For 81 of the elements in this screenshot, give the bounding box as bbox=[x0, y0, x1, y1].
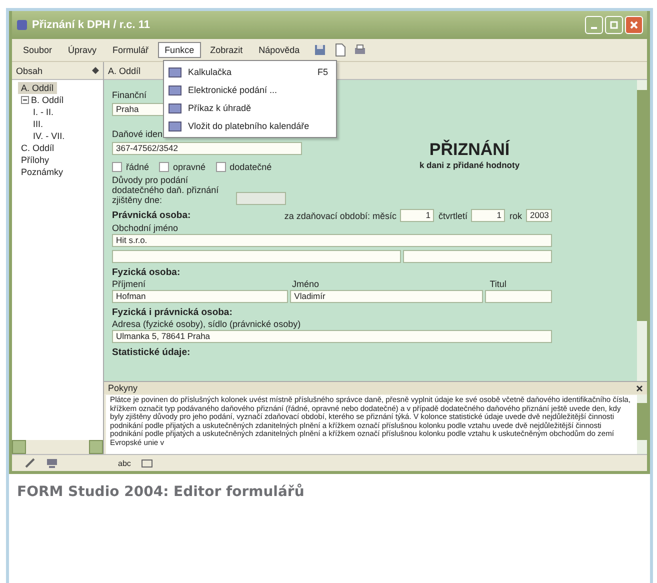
checkbox[interactable] bbox=[216, 162, 226, 172]
checkbox[interactable] bbox=[112, 162, 122, 172]
caption: FORM Studio 2004: Editor formulářů bbox=[16, 482, 306, 502]
tree-item[interactable]: Poznámky bbox=[18, 166, 66, 178]
field-label: Adresa (fyzické osoby), sídlo (právnické osoby) bbox=[112, 319, 302, 329]
tax-id-field[interactable]: 367-47562/3542 bbox=[112, 142, 302, 155]
scroll-left-button[interactable] bbox=[12, 440, 26, 454]
close-icon[interactable] bbox=[636, 384, 643, 392]
app-icon bbox=[16, 19, 28, 31]
field-label: Příjmení bbox=[112, 279, 147, 289]
section-heading: Fyzická osoba: bbox=[112, 267, 182, 278]
input-field[interactable] bbox=[112, 250, 402, 263]
field-label: Obchodní jméno bbox=[112, 223, 180, 233]
section-heading: Právnická osoba: bbox=[112, 210, 191, 221]
collapse-icon[interactable] bbox=[21, 96, 29, 104]
section-heading: Statistické údaje: bbox=[112, 347, 192, 358]
section-title: A. Oddíl bbox=[108, 66, 141, 76]
tree-item[interactable]: III. bbox=[30, 118, 46, 130]
field-label: Daňové iden bbox=[112, 129, 163, 139]
first-name-field[interactable]: Vladimír bbox=[290, 290, 484, 303]
scrollbar[interactable] bbox=[637, 395, 647, 454]
field-label: Jméno bbox=[292, 279, 320, 289]
menu-item[interactable]: Kalkulačka F5 bbox=[164, 63, 336, 81]
checkbox-label: dodatečné bbox=[230, 162, 272, 172]
panel-title: Pokyny bbox=[108, 383, 138, 393]
computer-icon bbox=[46, 457, 58, 469]
month-field[interactable]: 1 bbox=[400, 209, 434, 222]
window-icon bbox=[168, 84, 182, 96]
field-label: čtvrtletí bbox=[438, 210, 468, 220]
field-label: Finanční bbox=[112, 90, 147, 100]
print-icon[interactable] bbox=[352, 43, 367, 57]
input-field[interactable] bbox=[403, 250, 552, 263]
pen-icon bbox=[24, 457, 36, 469]
menu-item[interactable]: Nápověda bbox=[252, 42, 307, 58]
reason-label: Důvody pro podání dodatečného daň. přiznání zjištěny dne: bbox=[112, 175, 220, 205]
field-label: rok bbox=[509, 210, 522, 220]
menu-item[interactable]: Úpravy bbox=[61, 42, 104, 58]
checkbox-label: opravné bbox=[173, 162, 206, 172]
checkbox-label: řádné bbox=[126, 162, 150, 172]
pin-icon[interactable] bbox=[92, 67, 99, 74]
company-name-field[interactable]: Hit s.r.o. bbox=[112, 234, 552, 247]
menu-item[interactable]: Vložit do platebního kalendáře bbox=[164, 117, 336, 135]
surname-field[interactable]: Hofman bbox=[112, 290, 288, 303]
menu-item[interactable]: Funkce bbox=[158, 42, 202, 58]
document-icon[interactable] bbox=[332, 43, 347, 57]
tree-item[interactable]: B. Oddíl bbox=[18, 94, 67, 106]
maximize-button[interactable] bbox=[605, 16, 623, 34]
form-title: PŘIZNÁNÍ bbox=[429, 140, 510, 160]
year-field[interactable]: 2003 bbox=[526, 209, 552, 222]
title-field[interactable] bbox=[485, 290, 552, 303]
quarter-field[interactable]: 1 bbox=[471, 209, 506, 222]
save-icon[interactable] bbox=[312, 43, 327, 57]
close-button[interactable] bbox=[625, 16, 643, 34]
section-heading: Fyzická i právnická osoba: bbox=[112, 307, 234, 318]
tree-item[interactable]: I. - II. bbox=[30, 106, 57, 118]
address-field[interactable]: Ulmanka 5, 78641 Praha bbox=[112, 330, 552, 343]
field-label: za zdaňovací období: měsíc bbox=[284, 210, 396, 220]
window-icon bbox=[168, 66, 182, 78]
maximize-icon bbox=[610, 21, 618, 29]
menu-item[interactable]: Soubor bbox=[16, 42, 60, 58]
tree-item[interactable]: C. Oddíl bbox=[18, 142, 58, 154]
tree-item[interactable]: IV. - VII. bbox=[30, 130, 68, 142]
field-label: Titul bbox=[490, 279, 508, 289]
input-mode: abc bbox=[118, 458, 131, 468]
checkbox[interactable] bbox=[159, 162, 170, 172]
tree-item[interactable]: A. Oddíl bbox=[18, 82, 57, 94]
window-title: Přiznání k DPH / r.c. 11 bbox=[32, 19, 150, 31]
close-icon bbox=[630, 21, 638, 29]
panel-title: Obsah bbox=[16, 66, 43, 76]
scrollbar[interactable] bbox=[637, 80, 647, 381]
window-icon bbox=[168, 120, 182, 132]
menu-item[interactable]: Zobrazit bbox=[203, 42, 250, 58]
menu-item[interactable]: Elektronické podání ... bbox=[164, 81, 336, 99]
tree-item[interactable]: Přílohy bbox=[18, 154, 52, 166]
menu-item[interactable]: Formulář bbox=[106, 42, 156, 58]
minimize-button[interactable] bbox=[585, 16, 603, 34]
scroll-right-button[interactable] bbox=[89, 440, 103, 454]
form-subtitle: k dani z přidané hodnoty bbox=[419, 160, 520, 170]
date-field[interactable] bbox=[236, 192, 286, 205]
keyboard-icon bbox=[140, 457, 153, 469]
window-icon bbox=[168, 102, 182, 114]
